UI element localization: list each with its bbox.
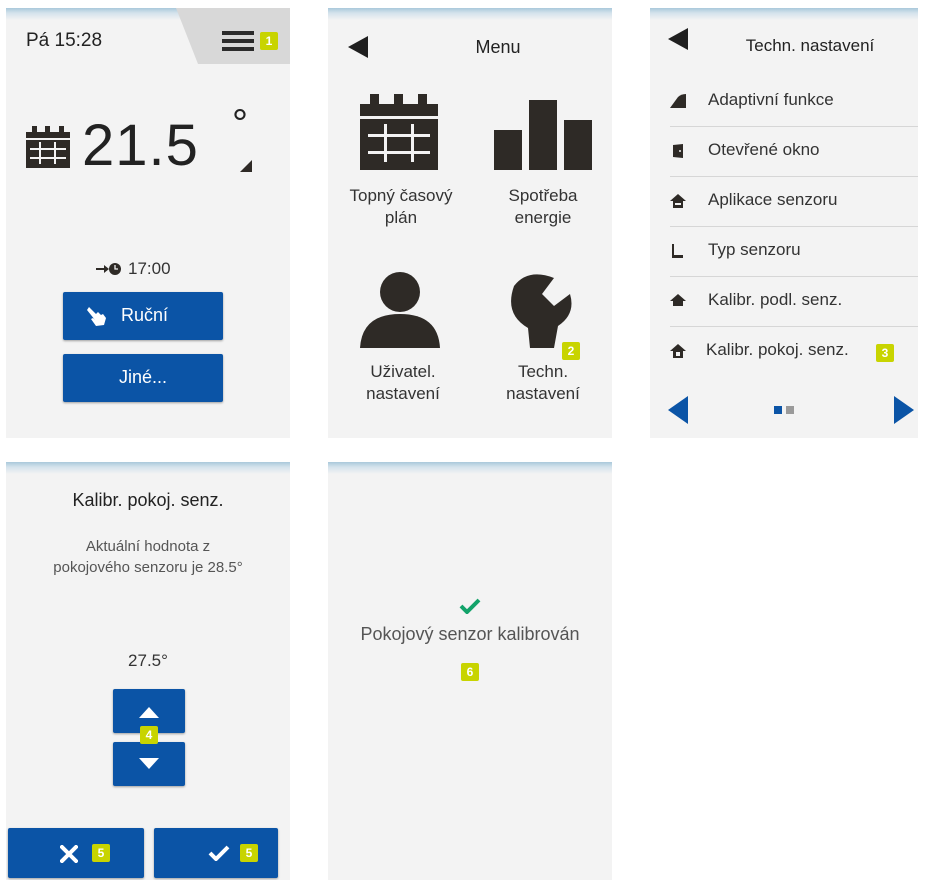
next-change-time: 17:00 (128, 259, 171, 278)
badge-6: 6 (461, 663, 479, 681)
confirm-button[interactable]: 5 (154, 828, 278, 878)
menu-item-energy[interactable]: Spotřeba energie (478, 94, 608, 244)
screen-home: Pá 15:28 1 21.5 ° 17:00 Ruční Jiné... (6, 8, 290, 438)
list-item-label: Typ senzoru (708, 240, 801, 259)
schedule-icon (360, 94, 438, 170)
menu-item-schedule[interactable]: Topný časový plán (338, 94, 468, 244)
house-room-icon (670, 344, 686, 358)
calibration-value: 27.5° (128, 651, 168, 670)
hand-icon (87, 307, 106, 326)
page-dot-active (774, 406, 782, 414)
list-item-sensor-application[interactable]: Aplikace senzoru (670, 176, 918, 227)
menu-item-label: nastavení (506, 384, 580, 403)
menu-item-user-settings[interactable]: Uživatel. nastavení (338, 272, 468, 422)
calibration-info: Aktuální hodnota z (85, 538, 211, 555)
badge-5: 5 (92, 844, 110, 862)
chevron-down-icon (139, 758, 159, 769)
back-arrow-icon[interactable] (348, 36, 368, 58)
screen-calibrated: Pokojový senzor kalibrován 6 (328, 462, 612, 880)
house-sensor-icon (670, 194, 686, 208)
schedule-icon (26, 126, 70, 168)
house-floor-icon (670, 294, 686, 308)
badge-3: 3 (876, 344, 894, 362)
menu-icon[interactable] (222, 31, 254, 51)
menu-item-label: plán (384, 208, 418, 227)
list-item-open-window[interactable]: Otevřené okno (670, 126, 918, 177)
success-message: Pokojový senzor kalibrován (360, 624, 580, 644)
screen-menu: Menu Topný časový plán Spotřeba energie (328, 8, 612, 438)
user-icon (360, 272, 440, 348)
menu-title: Menu (475, 37, 521, 57)
sensor-type-icon (672, 244, 683, 258)
menu-item-label: Spotřeba (508, 186, 578, 205)
manual-label: Ruční (121, 305, 169, 325)
clock-label: Pá 15:28 (26, 30, 103, 51)
wrench-icon (511, 274, 572, 348)
temperature-value: 21.5 (82, 113, 199, 178)
menu-item-label: Uživatel. (370, 362, 436, 381)
adaptive-icon (670, 94, 686, 108)
corner-indicator-icon (240, 160, 252, 172)
chevron-up-icon (139, 707, 159, 718)
badge-5: 5 (240, 844, 258, 862)
page-dot (786, 406, 794, 414)
decrease-button[interactable] (113, 742, 185, 786)
menu-item-label: nastavení (366, 384, 440, 403)
list-item-label: Aplikace senzoru (708, 190, 838, 209)
other-label: Jiné... (118, 367, 168, 387)
page-indicator (774, 406, 798, 414)
success-check-icon (459, 598, 481, 614)
list-item-label: Otevřené okno (708, 140, 820, 159)
energy-bars-icon (494, 100, 592, 170)
menu-item-label: Techn. (517, 362, 569, 381)
calibration-title: Kalibr. pokoj. senz. (72, 490, 224, 510)
list-item-label: Adaptivní funkce (708, 90, 834, 109)
screen-tech-settings: Techn. nastavení Adaptivní funkce Otevře… (650, 8, 918, 438)
badge-2: 2 (562, 342, 580, 360)
checkmark-icon (208, 845, 230, 861)
list-item-adaptive[interactable]: Adaptivní funkce (670, 76, 918, 127)
other-button[interactable]: Jiné... (63, 354, 223, 402)
badge-4: 4 (140, 726, 158, 744)
list-item-label: Kalibr. podl. senz. (708, 290, 843, 309)
cancel-button[interactable]: 5 (8, 828, 144, 878)
manual-button[interactable]: Ruční (63, 292, 223, 340)
close-icon (60, 845, 78, 863)
calibration-info: pokojového senzoru je 28.5° (53, 559, 243, 576)
next-change-icon (96, 263, 121, 275)
door-icon (673, 144, 683, 158)
list-item-label: Kalibr. pokoj. senz. (706, 340, 849, 359)
badge-1: 1 (260, 32, 278, 50)
menu-item-label: Topný časový (349, 186, 453, 205)
menu-item-label: energie (514, 208, 572, 227)
list-item-floor-calibration[interactable]: Kalibr. podl. senz. (670, 276, 918, 327)
tech-title: Techn. nastavení (745, 36, 875, 55)
back-arrow-icon[interactable] (668, 28, 688, 50)
prev-page-icon[interactable] (668, 396, 688, 424)
list-item-sensor-type[interactable]: Typ senzoru (670, 226, 918, 277)
degree-symbol: ° (232, 102, 248, 146)
next-page-icon[interactable] (894, 396, 914, 424)
screen-room-calibration: Kalibr. pokoj. senz. Aktuální hodnota z … (6, 462, 290, 880)
menu-item-tech-settings[interactable]: 2 Techn. nastavení (478, 272, 608, 422)
